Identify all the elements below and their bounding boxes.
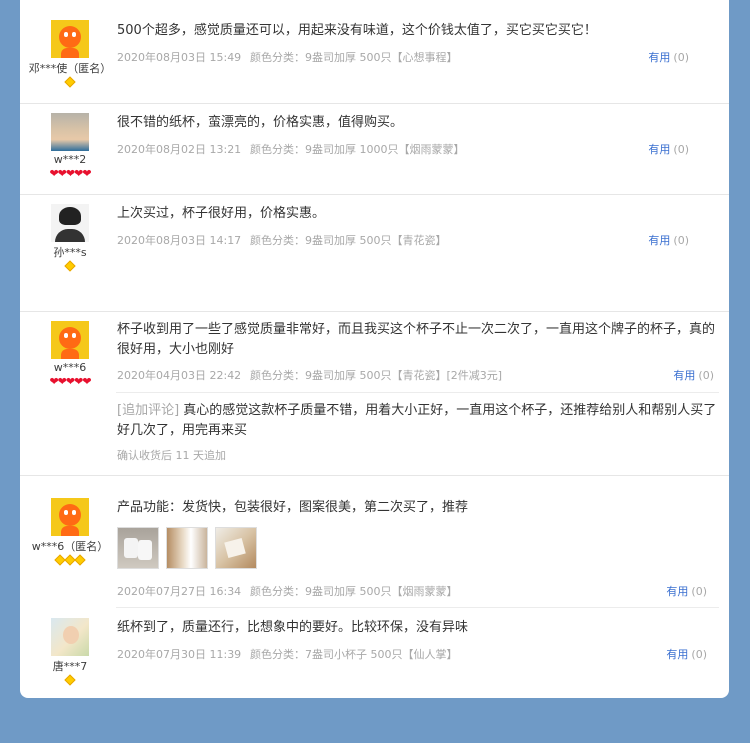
helpful-count: (0) xyxy=(691,585,707,598)
heart-icons: ❤❤❤❤❤ xyxy=(49,167,91,180)
heart-icons: ❤❤❤❤❤ xyxy=(49,375,91,388)
review-item: w***6 ❤❤❤❤❤ 杯子收到用了一些了感觉质量非常好，而且我买这个杯子不止一… xyxy=(20,312,729,475)
review-item: w***2 ❤❤❤❤❤ 很不错的纸杯，蛮漂亮的，价格实惠，值得购买。 2020年… xyxy=(20,104,729,194)
helpful-button[interactable]: 有用 (0) xyxy=(648,233,689,249)
helpful-count: (0) xyxy=(673,234,689,247)
reviewer-info: 唐***7 xyxy=(20,618,120,687)
review-meta: 2020年08月02日 13:21 颜色分类：9盎司加厚 1000只【烟雨蒙蒙】 … xyxy=(117,142,719,158)
append-note: 确认收货后 11 天追加 xyxy=(117,449,226,462)
review-photo[interactable] xyxy=(215,527,257,569)
helpful-label[interactable]: 有用 xyxy=(648,51,670,64)
review-item: 孙***s 上次买过，杯子很好用，价格实惠。 2020年08月03日 14:17… xyxy=(20,195,729,311)
avatar[interactable] xyxy=(51,204,89,242)
review-date: 2020年04月03日 22:42 xyxy=(117,369,242,382)
review-text: 纸杯到了，质量还行，比想象中的要好。比较环保，没有异味 xyxy=(117,620,469,635)
helpful-count: (0) xyxy=(698,369,714,382)
append-text: 真心的感觉这款杯子质量不错，用着大小正好，一直用这个杯子，还推荐给别人和帮别人买… xyxy=(117,403,717,438)
review-meta: 2020年07月30日 11:39 颜色分类：7盎司小杯子 500只【仙人掌】 有… xyxy=(117,647,719,663)
helpful-label[interactable]: 有用 xyxy=(666,648,688,661)
append-divider xyxy=(116,392,719,393)
avatar[interactable] xyxy=(51,321,89,359)
helpful-label[interactable]: 有用 xyxy=(666,585,688,598)
avatar[interactable] xyxy=(51,618,89,656)
review-photo[interactable] xyxy=(117,527,159,569)
reviewer-info: w***6 ❤❤❤❤❤ xyxy=(20,321,120,387)
review-date: 2020年08月03日 15:49 xyxy=(117,51,242,64)
sku-info: 颜色分类：9盎司加厚 500只【心想事程】 xyxy=(250,51,458,64)
diamond-icon xyxy=(64,260,76,272)
sku-info: 颜色分类：9盎司加厚 500只【青花瓷】[2件减3元] xyxy=(250,369,503,382)
review-date: 2020年08月03日 14:17 xyxy=(117,234,242,247)
diamond-level-badge xyxy=(20,260,120,273)
helpful-button[interactable]: 有用 (0) xyxy=(648,50,689,66)
reviewer-info: w***6（匿名） xyxy=(20,498,120,567)
helpful-button[interactable]: 有用 (0) xyxy=(666,584,707,600)
avatar[interactable] xyxy=(51,498,89,536)
review-meta: 2020年08月03日 15:49 颜色分类：9盎司加厚 500只【心想事程】 有… xyxy=(117,50,719,66)
helpful-label[interactable]: 有用 xyxy=(673,369,695,382)
review-photo[interactable] xyxy=(166,527,208,569)
review-photos xyxy=(117,527,719,569)
diamond-icon xyxy=(74,554,86,566)
avatar[interactable] xyxy=(51,20,89,58)
diamond-level-badge xyxy=(20,76,120,89)
append-tag: [追加评论] xyxy=(117,403,180,418)
review-meta: 2020年04月03日 22:42 颜色分类：9盎司加厚 500只【青花瓷】[2件… xyxy=(117,368,719,384)
heart-level-badge: ❤❤❤❤❤ xyxy=(20,168,120,179)
helpful-count: (0) xyxy=(673,51,689,64)
diamond-icon xyxy=(64,674,76,686)
review-list-card: 邓***使（匿名） 500个超多，感觉质量还可以，用起来没有味道，这个价钱太值了… xyxy=(20,0,729,698)
review-text: 500个超多，感觉质量还可以，用起来没有味道，这个价钱太值了，买它买它买它！ xyxy=(117,23,597,38)
sku-info: 颜色分类：9盎司加厚 500只【烟雨蒙蒙】 xyxy=(250,585,458,598)
sku-info: 颜色分类：9盎司加厚 1000只【烟雨蒙蒙】 xyxy=(250,143,465,156)
helpful-label[interactable]: 有用 xyxy=(648,234,670,247)
review-text: 很不错的纸杯，蛮漂亮的，价格实惠，值得购买。 xyxy=(117,115,404,130)
reviewer-info: 孙***s xyxy=(20,204,120,273)
review-meta: 2020年08月03日 14:17 颜色分类：9盎司加厚 500只【青花瓷】 有用… xyxy=(117,233,719,249)
helpful-button[interactable]: 有用 (0) xyxy=(673,368,714,384)
append-review: [追加评论] 真心的感觉这款杯子质量不错，用着大小正好，一直用这个杯子，还推荐给… xyxy=(117,401,719,441)
helpful-button[interactable]: 有用 (0) xyxy=(666,647,707,663)
reviewer-info: 邓***使（匿名） xyxy=(20,20,120,89)
review-text: 产品功能：发货快，包装很好，图案很美，第二次买了，推荐 xyxy=(117,500,469,515)
review-item: w***6（匿名） 产品功能：发货快，包装很好，图案很美，第二次买了，推荐 20… xyxy=(20,476,729,607)
helpful-label[interactable]: 有用 xyxy=(648,143,670,156)
reviewer-name: 唐***7 xyxy=(52,660,88,673)
sku-info: 颜色分类：9盎司加厚 500只【青花瓷】 xyxy=(250,234,447,247)
avatar[interactable] xyxy=(51,113,89,151)
reviewer-name: w***6（匿名） xyxy=(31,540,109,553)
review-date: 2020年08月02日 13:21 xyxy=(117,143,242,156)
diamond-level-badge xyxy=(20,554,120,567)
diamond-icon xyxy=(64,76,76,88)
helpful-button[interactable]: 有用 (0) xyxy=(648,142,689,158)
helpful-count: (0) xyxy=(691,648,707,661)
sku-info: 颜色分类：7盎司小杯子 500只【仙人掌】 xyxy=(250,648,458,661)
reviewer-name: w***6 xyxy=(53,361,87,374)
reviewer-name: 孙***s xyxy=(53,246,87,259)
review-text: 上次买过，杯子很好用，价格实惠。 xyxy=(117,206,326,221)
review-date: 2020年07月27日 16:34 xyxy=(117,585,242,598)
reviewer-name: w***2 xyxy=(53,153,87,166)
review-meta: 2020年07月27日 16:34 颜色分类：9盎司加厚 500只【烟雨蒙蒙】 有… xyxy=(117,584,719,600)
review-date: 2020年07月30日 11:39 xyxy=(117,648,242,661)
review-item: 邓***使（匿名） 500个超多，感觉质量还可以，用起来没有味道，这个价钱太值了… xyxy=(20,0,729,103)
review-item: 唐***7 纸杯到了，质量还行，比想象中的要好。比较环保，没有异味 2020年0… xyxy=(20,608,729,698)
review-text: 杯子收到用了一些了感觉质量非常好，而且我买这个杯子不止一次二次了，一直用这个牌子… xyxy=(117,322,716,357)
helpful-count: (0) xyxy=(673,143,689,156)
diamond-level-badge xyxy=(20,674,120,687)
heart-level-badge: ❤❤❤❤❤ xyxy=(20,376,120,387)
reviewer-name: 邓***使（匿名） xyxy=(28,62,112,75)
reviewer-info: w***2 ❤❤❤❤❤ xyxy=(20,113,120,179)
